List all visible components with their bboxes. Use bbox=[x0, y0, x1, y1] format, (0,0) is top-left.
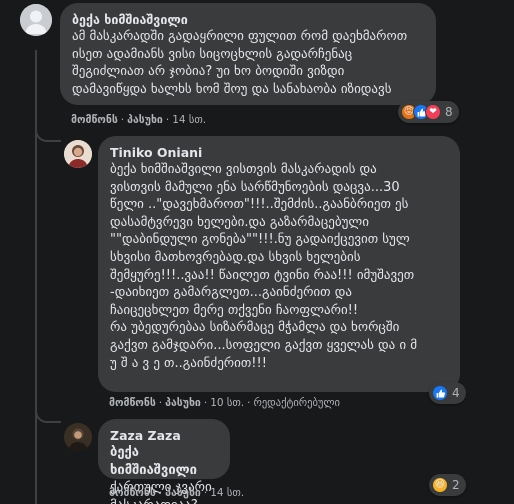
reaction-count: 4 bbox=[452, 386, 460, 400]
love-reaction-icon: ❤ bbox=[425, 104, 441, 120]
reaction-summary[interactable]: 😡 ❤ 8 bbox=[398, 101, 459, 123]
comment-author[interactable]: Tiniko Oniani bbox=[110, 144, 448, 161]
timestamp[interactable]: 14 სთ. bbox=[172, 114, 206, 126]
reply-button[interactable]: პასუხი bbox=[165, 397, 201, 409]
comment-text: ბექა ხიმშიაშვილი ვისთვის მასკარადის და ვ… bbox=[110, 162, 418, 371]
comment-bubble: Tiniko Oniani ბექა ხიმშიაშვილი ვისთვის მ… bbox=[98, 136, 460, 392]
like-reaction-icon bbox=[432, 385, 448, 401]
default-avatar-icon bbox=[20, 4, 52, 36]
timestamp[interactable]: 10 სთ. bbox=[210, 397, 244, 409]
edited-label[interactable]: რედაქტირებული bbox=[253, 397, 340, 409]
reply-button[interactable]: პასუხი bbox=[127, 114, 163, 126]
profile-photo-icon bbox=[64, 140, 92, 168]
reaction-summary[interactable]: 😆 2 bbox=[429, 474, 466, 496]
comment-actions: მომწონს · პასუხი · 14 სთ. bbox=[71, 114, 207, 126]
like-button[interactable]: მომწონს bbox=[109, 487, 156, 499]
comment-bubble: ბექა ხიმშიაშვილი ამ მასკარადში გადაყრილი… bbox=[60, 3, 436, 105]
laugh-reaction-icon: 😆 bbox=[432, 477, 448, 493]
comment-actions: მომწონს · პასუხი · 10 სთ. · რედაქტირებული bbox=[109, 397, 340, 409]
timestamp[interactable]: 14 სთ. bbox=[210, 487, 244, 499]
comment-text: ამ მასკარადში გადაყრილი ფულით რომ დაეხმა… bbox=[72, 29, 408, 97]
comment-author[interactable]: Zaza Zaza bbox=[110, 427, 218, 444]
profile-photo-icon bbox=[64, 423, 92, 451]
comment-author[interactable]: ბექა ხიმშიაშვილი bbox=[72, 11, 424, 28]
reaction-count: 8 bbox=[445, 105, 453, 119]
comment-bubble: Zaza Zaza ბექა ხიმშიაშვილი ქართული ჯვარი… bbox=[98, 419, 230, 504]
avatar[interactable] bbox=[64, 423, 92, 451]
thread-branch bbox=[35, 405, 61, 423]
mention-link[interactable]: ბექა ხიმშიაშვილი bbox=[110, 445, 197, 478]
reaction-count: 2 bbox=[452, 478, 460, 492]
reaction-summary[interactable]: 4 bbox=[429, 382, 466, 404]
thread-line bbox=[35, 50, 37, 504]
comment-actions: მომწონს · პასუხი · 14 სთ. bbox=[109, 487, 245, 499]
like-button[interactable]: მომწონს bbox=[109, 397, 156, 409]
avatar[interactable] bbox=[20, 4, 52, 36]
reply-button[interactable]: პასუხი bbox=[165, 487, 201, 499]
like-button[interactable]: მომწონს bbox=[71, 114, 118, 126]
avatar[interactable] bbox=[64, 140, 92, 168]
thread-branch bbox=[35, 124, 61, 142]
